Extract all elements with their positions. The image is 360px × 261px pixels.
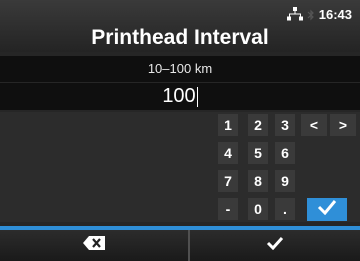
key-6[interactable]: 6 [275,142,295,164]
check-icon [317,199,337,220]
bluetooth-icon [307,8,315,21]
page-title: Printhead Interval [91,26,269,49]
check-icon [266,236,284,255]
key-8[interactable]: 8 [248,170,268,192]
key-dot[interactable]: . [275,198,295,220]
backspace-button[interactable] [0,230,188,261]
key-0[interactable]: 0 [248,198,268,220]
key-3[interactable]: 3 [275,114,295,136]
key-2[interactable]: 2 [248,114,268,136]
key-left[interactable]: < [301,114,327,136]
value-text: 100 [162,85,196,107]
footer-bar [0,230,360,261]
key-9[interactable]: 9 [275,170,295,192]
confirm-button[interactable] [190,230,360,261]
header-bar: 16:43 Printhead Interval [0,0,360,52]
value-input[interactable]: 100 [0,83,360,110]
key-7[interactable]: 7 [218,170,238,192]
text-cursor [196,86,198,107]
key-right[interactable]: > [330,114,356,136]
enter-button[interactable] [307,198,347,221]
key-minus[interactable]: - [218,198,238,220]
key-1[interactable]: 1 [218,114,238,136]
network-icon [286,7,303,21]
clock-time: 16:43 [318,6,352,22]
key-5[interactable]: 5 [248,142,268,164]
key-4[interactable]: 4 [218,142,238,164]
backspace-icon [83,236,105,255]
range-label: 10–100 km [0,56,360,82]
status-bar: 16:43 [286,4,352,24]
